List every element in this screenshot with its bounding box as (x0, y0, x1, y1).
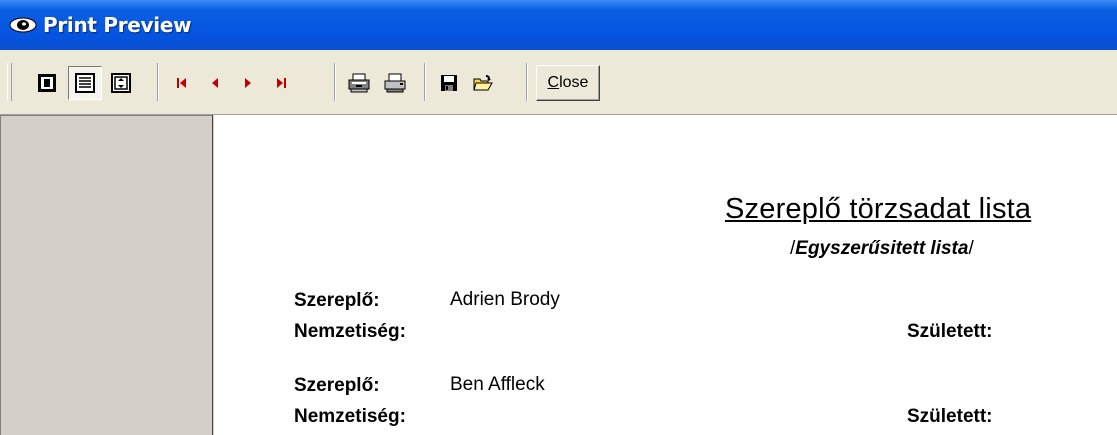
preview-margin-pane (0, 115, 213, 435)
close-button-mnemonic: C (547, 74, 560, 91)
save-icon (441, 75, 457, 91)
previous-page-button[interactable] (198, 66, 232, 100)
toolbar-separator (334, 63, 336, 101)
actor-value: Adrien Brody (450, 289, 560, 310)
nationality-label: Nemzetiség: (294, 321, 406, 342)
report-subtitle: /Egyszerűsitett lista/ (790, 238, 974, 260)
save-button[interactable] (432, 66, 466, 100)
close-button-label: lose (559, 74, 589, 91)
title-bar: Print Preview (0, 0, 1117, 50)
subtitle-close: / (968, 238, 974, 259)
next-page-icon (245, 78, 251, 88)
print-button[interactable] (378, 66, 412, 100)
toolbar-separator (526, 63, 528, 101)
first-page-button[interactable] (165, 66, 199, 100)
toolbar-grip[interactable] (7, 63, 12, 101)
actor-label: Szereplő: (294, 290, 380, 311)
born-label: Született: (907, 321, 993, 342)
print-setup-icon (348, 73, 370, 93)
print-icon (384, 73, 406, 93)
full-width-button[interactable] (68, 66, 102, 100)
next-page-button[interactable] (231, 66, 265, 100)
open-button[interactable] (466, 66, 500, 100)
app-icon (9, 17, 37, 33)
report-title: Szereplő törzsadat lista (725, 193, 1032, 225)
window-title: Print Preview (43, 13, 192, 37)
fit-page-button[interactable] (104, 66, 138, 100)
fit-page-icon (111, 73, 131, 93)
actor-label: Szereplő: (294, 375, 380, 396)
first-page-icon (177, 78, 186, 88)
subtitle-text: Egyszerűsitett lista (795, 238, 969, 259)
actor-value: Ben Affleck (450, 374, 545, 395)
one-page-button[interactable] (30, 66, 64, 100)
open-icon (473, 75, 493, 91)
toolbar-separator (424, 63, 426, 101)
report-page[interactable]: Szereplő törzsadat lista /Egyszerűsitett… (214, 115, 1117, 435)
one-page-icon (38, 74, 56, 92)
close-button[interactable]: Close (536, 65, 600, 101)
full-width-icon (75, 73, 95, 93)
print-setup-button[interactable] (342, 66, 376, 100)
previous-page-icon (212, 78, 218, 88)
nationality-label: Nemzetiség: (294, 406, 406, 427)
born-label: Született: (907, 406, 993, 427)
last-page-icon (277, 78, 286, 88)
toolbar: Close (0, 50, 1117, 115)
toolbar-separator (157, 63, 159, 101)
last-page-button[interactable] (264, 66, 298, 100)
